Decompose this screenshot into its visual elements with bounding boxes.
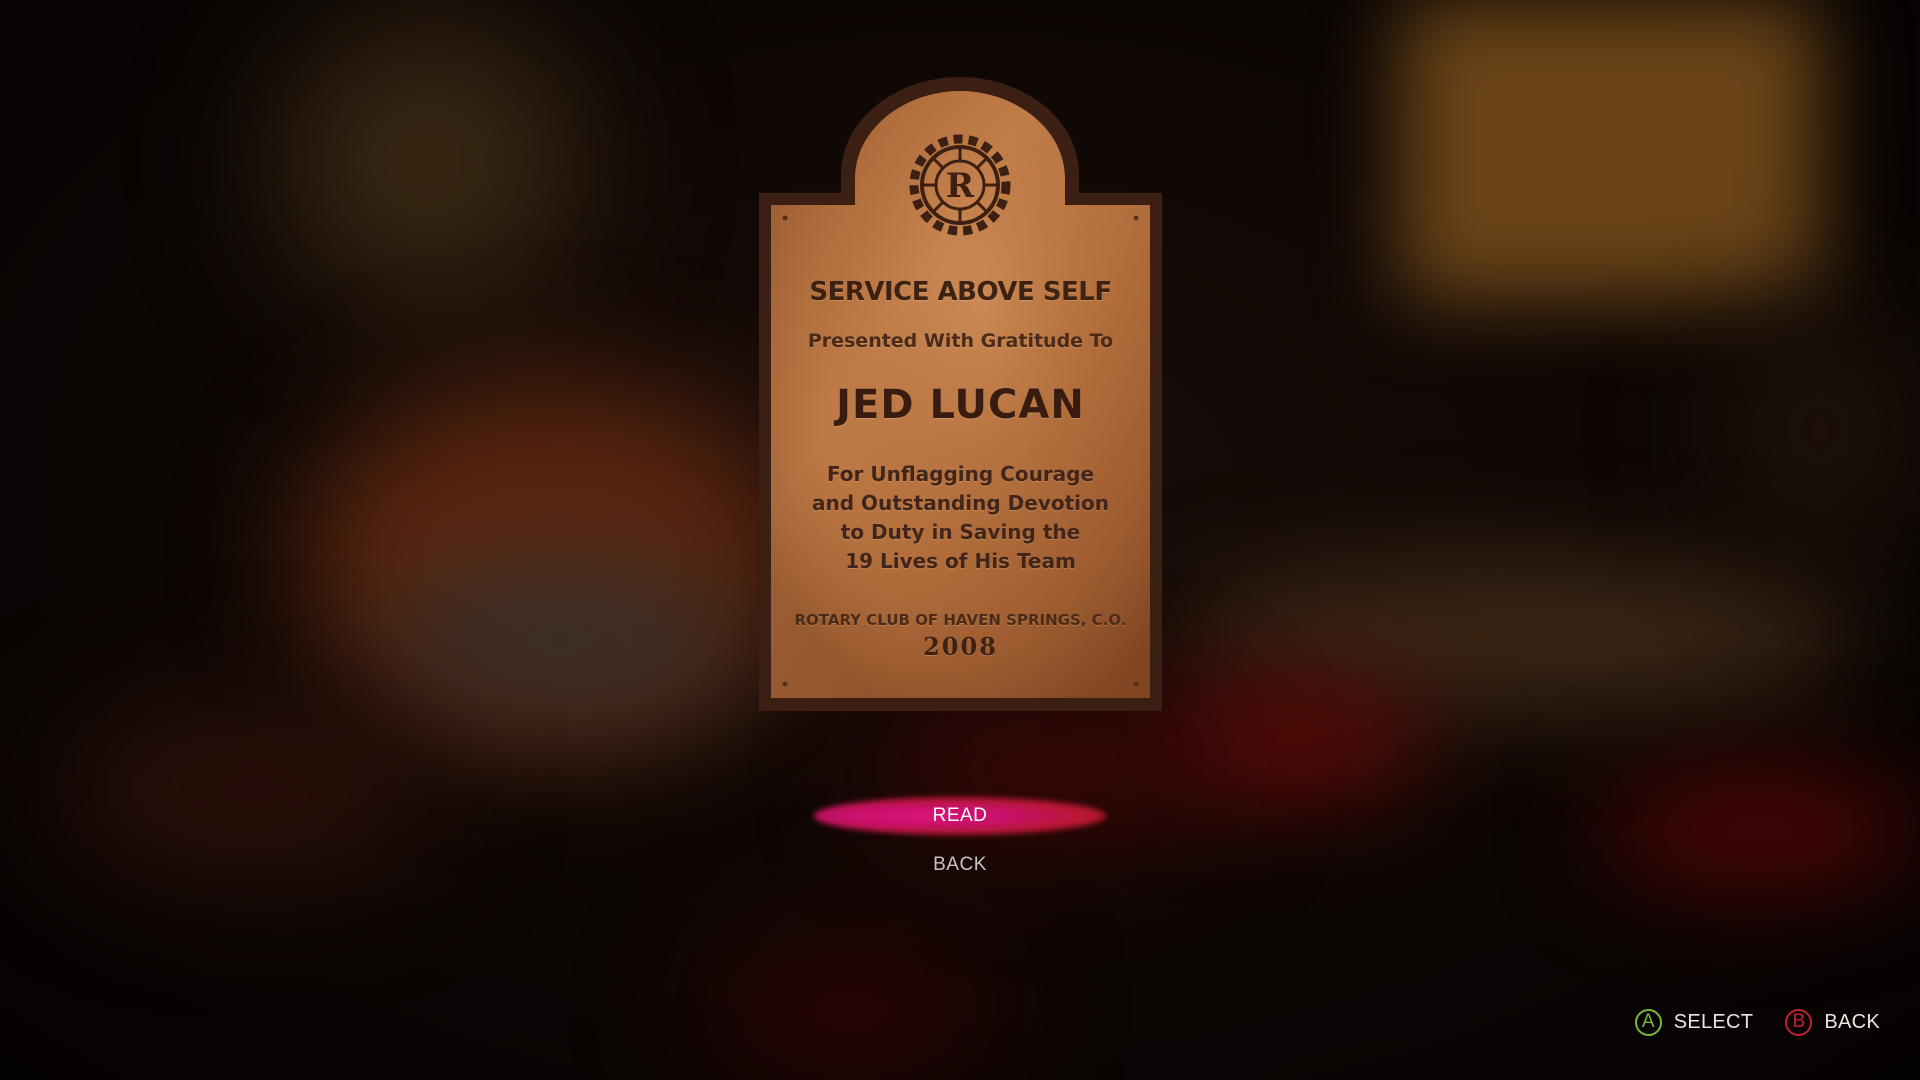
plaque-motto: SERVICE ABOVE SELF	[809, 277, 1112, 307]
a-button-icon: A	[1634, 1008, 1662, 1036]
background-object-blur	[380, 560, 740, 720]
award-plaque: R SERVICE ABOVE SELF Presented With Grat…	[759, 77, 1162, 711]
b-button-icon: B	[1785, 1008, 1813, 1036]
background-shape-blur	[60, 700, 440, 880]
button-prompts: A SELECT B BACK	[1603, 1004, 1880, 1040]
dedication-line: to Duty in Saving the	[840, 520, 1081, 544]
background-painting-blur	[1400, 0, 1820, 300]
dedication-line: For Unflagging Courage	[826, 462, 1095, 486]
read-menu-item[interactable]: READ	[810, 795, 1110, 837]
plaque-year: 2008	[923, 632, 998, 661]
background-shape-blur	[280, 20, 580, 300]
action-menu: READ BACK	[810, 795, 1110, 886]
dedication-line: 19 Lives of His Team	[845, 549, 1076, 573]
background-red-blur	[1600, 770, 1920, 890]
read-menu-label: READ	[932, 805, 988, 826]
plaque-presented-line: Presented With Gratitude To	[807, 330, 1114, 352]
back-prompt-label: BACK	[1824, 1010, 1880, 1033]
plaque-recipient-name: JED LUCAN	[836, 382, 1085, 428]
background-red-blur	[700, 940, 1000, 1080]
select-prompt[interactable]: A SELECT	[1634, 1008, 1754, 1036]
emblem-letter: R	[946, 166, 975, 206]
back-menu-item[interactable]: BACK	[810, 844, 1110, 886]
back-prompt[interactable]: B BACK	[1785, 1008, 1880, 1036]
select-prompt-label: SELECT	[1673, 1010, 1754, 1033]
plaque-dedication: For Unflagging Courage and Outstanding D…	[759, 460, 1162, 576]
background-shape-blur	[1720, 300, 1920, 560]
back-menu-label: BACK	[933, 854, 987, 875]
plaque-club-name: ROTARY CLUB OF HAVEN SPRINGS, C.O.	[794, 611, 1127, 629]
dedication-line: and Outstanding Devotion	[811, 491, 1110, 515]
